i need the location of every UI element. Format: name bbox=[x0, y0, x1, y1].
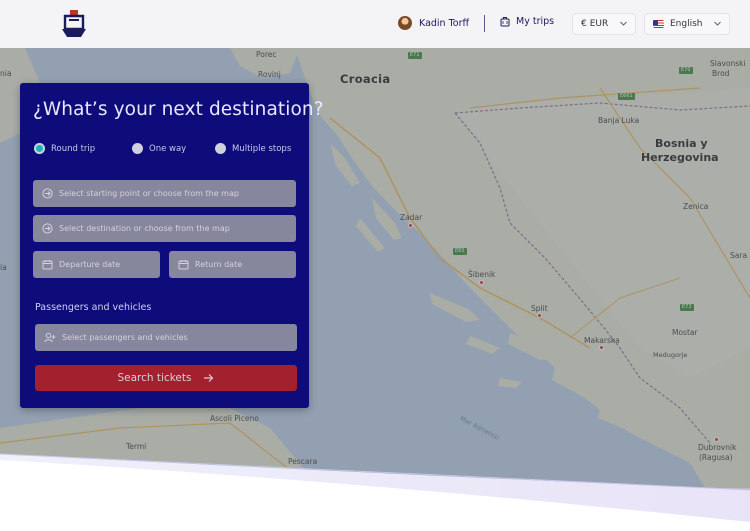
my-trips-link[interactable]: My trips bbox=[500, 16, 554, 27]
chevron-down-icon bbox=[620, 21, 627, 26]
destination-placeholder: Select destination or choose from the ma… bbox=[59, 224, 230, 233]
decorative-wave bbox=[0, 453, 750, 531]
calendar-icon bbox=[178, 260, 189, 270]
top-navbar: Kadin Torff My trips € EUR English bbox=[0, 0, 750, 48]
language-select[interactable]: English bbox=[644, 13, 730, 35]
map-label-city: Split bbox=[531, 304, 548, 313]
road-sign: E70 bbox=[679, 67, 693, 74]
radio-selected-icon bbox=[34, 143, 45, 154]
map-label-city: Makarska bbox=[584, 336, 620, 345]
calendar-icon bbox=[42, 260, 53, 270]
language-label: English bbox=[670, 19, 703, 29]
add-person-icon bbox=[44, 332, 56, 343]
road-sign: E661 bbox=[618, 93, 635, 100]
port-marker[interactable] bbox=[408, 223, 413, 228]
header-divider bbox=[484, 15, 485, 32]
departure-date-field[interactable]: Departure date bbox=[33, 251, 160, 278]
briefcase-icon bbox=[500, 17, 510, 27]
user-menu[interactable]: Kadin Torff bbox=[398, 16, 469, 30]
road-sign: E71 bbox=[408, 52, 422, 59]
map-label-city: Ascoli Piceno bbox=[210, 414, 259, 423]
origin-field[interactable]: Select starting point or choose from the… bbox=[33, 180, 296, 207]
map-label-city: Rovinj bbox=[258, 70, 281, 79]
port-marker[interactable] bbox=[599, 345, 604, 350]
currency-symbol: € bbox=[581, 19, 587, 29]
return-date-field[interactable]: Return date bbox=[169, 251, 296, 278]
radio-multiple-stops[interactable]: Multiple stops bbox=[215, 143, 291, 154]
map-label-region: Croacia bbox=[340, 72, 391, 86]
map-label-region: Herzegovina bbox=[641, 151, 719, 164]
port-marker[interactable] bbox=[479, 280, 484, 285]
user-name: Kadin Torff bbox=[419, 17, 470, 29]
arrow-right-icon bbox=[204, 374, 214, 382]
port-marker[interactable] bbox=[537, 313, 542, 318]
map-label-city: Sara bbox=[730, 251, 748, 260]
booking-title: ¿What’s your next destination? bbox=[33, 99, 324, 120]
map-label-city: Šibenik bbox=[468, 270, 496, 279]
departure-placeholder: Departure date bbox=[59, 260, 121, 269]
radio-label: Multiple stops bbox=[232, 143, 292, 154]
arrow-circle-icon bbox=[42, 223, 53, 234]
destination-field[interactable]: Select destination or choose from the ma… bbox=[33, 215, 296, 242]
my-trips-label: My trips bbox=[516, 16, 555, 27]
map-label-edge: nia bbox=[0, 69, 12, 78]
us-flag-icon bbox=[653, 20, 664, 28]
search-button-label: Search tickets bbox=[117, 372, 192, 384]
chevron-down-icon bbox=[714, 21, 721, 26]
currency-select[interactable]: € EUR bbox=[572, 13, 636, 35]
radio-one-way[interactable]: One way bbox=[132, 143, 186, 154]
map-label-city: Medugorje bbox=[653, 351, 688, 359]
road-sign: E73 bbox=[680, 304, 694, 311]
road-sign: E65 bbox=[453, 248, 467, 255]
radio-label: One way bbox=[149, 143, 187, 154]
map-label-edge: ia bbox=[0, 263, 7, 272]
map-label-city: Zadar bbox=[400, 213, 423, 222]
passengers-label: Passengers and vehicles bbox=[35, 302, 152, 313]
radio-round-trip[interactable]: Round trip bbox=[34, 143, 95, 154]
radio-unselected-icon bbox=[215, 143, 226, 154]
origin-placeholder: Select starting point or choose from the… bbox=[59, 189, 239, 198]
map-label-city: Banja Luka bbox=[598, 116, 640, 125]
map-label-city: Zenica bbox=[683, 202, 709, 211]
map-label-city: Porec bbox=[256, 50, 277, 59]
map-label-city: Brod bbox=[712, 69, 730, 78]
currency-code: EUR bbox=[589, 19, 609, 29]
return-placeholder: Return date bbox=[195, 260, 243, 269]
map-label-region: Bosnia y bbox=[655, 137, 708, 150]
booking-card: ¿What’s your next destination? Round tri… bbox=[20, 83, 324, 408]
arrow-circle-icon bbox=[42, 188, 53, 199]
ship-logo-icon[interactable] bbox=[60, 9, 88, 39]
search-tickets-button[interactable]: Search tickets bbox=[35, 365, 297, 391]
passengers-field[interactable]: Select passengers and vehicles bbox=[35, 324, 297, 351]
avatar bbox=[398, 16, 412, 30]
map-label-city: Slavonski bbox=[710, 59, 746, 68]
passengers-placeholder: Select passengers and vehicles bbox=[62, 333, 188, 342]
radio-unselected-icon bbox=[132, 143, 143, 154]
app-root: Croacia Bosnia y Herzegovina Porec Rovin… bbox=[0, 0, 750, 531]
map-label-city: Mostar bbox=[672, 328, 698, 337]
radio-label: Round trip bbox=[51, 143, 96, 154]
